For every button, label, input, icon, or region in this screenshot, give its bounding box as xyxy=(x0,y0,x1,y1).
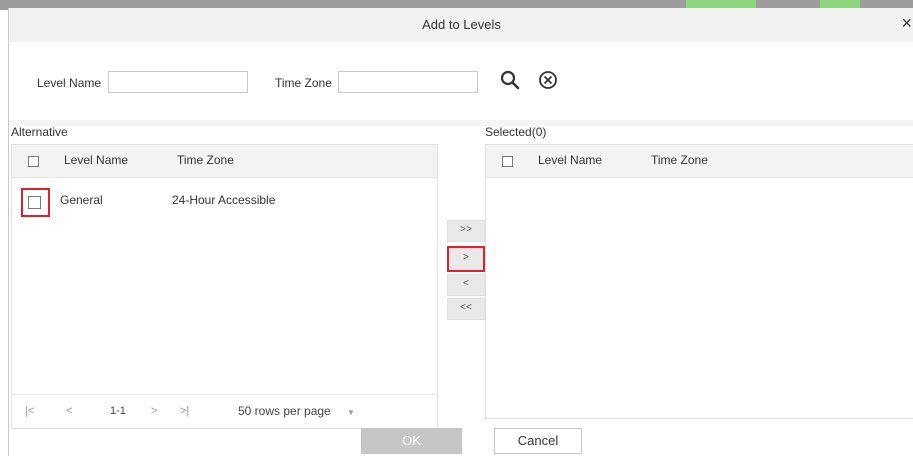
alternative-table: Level Name Time Zone General 24-Hour Acc… xyxy=(11,144,438,429)
first-page-button[interactable]: |< xyxy=(25,405,34,417)
highlight-box xyxy=(447,246,485,272)
level-name-label: Level Name xyxy=(37,76,102,90)
move-all-left-button[interactable]: << xyxy=(447,298,485,320)
search-icon[interactable] xyxy=(499,69,521,94)
selected-table: Level Name Time Zone xyxy=(485,144,913,419)
chevron-down-icon[interactable]: ▼ xyxy=(347,408,355,417)
rows-per-page-select[interactable]: 50 rows per page xyxy=(238,404,331,418)
close-icon[interactable]: × xyxy=(901,13,912,34)
time-zone-input[interactable] xyxy=(338,71,478,93)
alternative-label: Alternative xyxy=(11,125,68,139)
add-to-levels-dialog: Add to Levels × Level Name Time Zone Alt… xyxy=(8,8,913,456)
divider xyxy=(9,120,913,126)
last-page-button[interactable]: >| xyxy=(180,405,189,417)
move-left-button[interactable]: < xyxy=(447,274,485,296)
clear-circle-icon[interactable] xyxy=(537,69,559,94)
time-zone-cell: 24-Hour Accessible xyxy=(172,193,276,207)
cancel-button[interactable]: Cancel xyxy=(494,428,582,454)
select-all-checkbox[interactable] xyxy=(502,156,513,167)
ok-button[interactable]: OK xyxy=(361,428,462,454)
level-name-input[interactable] xyxy=(108,71,248,93)
dialog-title-bar: Add to Levels × xyxy=(9,8,913,43)
dialog-title: Add to Levels xyxy=(422,17,501,32)
column-header-time-zone: Time Zone xyxy=(651,153,708,167)
time-zone-label: Time Zone xyxy=(275,76,332,90)
column-header-time-zone: Time Zone xyxy=(177,153,234,167)
table-row[interactable]: General 24-Hour Accessible xyxy=(12,177,437,219)
selected-label: Selected(0) xyxy=(485,125,547,139)
level-name-cell: General xyxy=(60,193,103,207)
prev-page-button[interactable]: < xyxy=(66,405,72,417)
pagination-bar: |< < 1-1 > >| 50 rows per page ▼ xyxy=(12,394,437,428)
highlight-box xyxy=(21,188,50,217)
move-all-right-button[interactable]: >> xyxy=(447,220,485,242)
column-header-level-name: Level Name xyxy=(64,153,129,167)
next-page-button[interactable]: > xyxy=(151,405,157,417)
page-range: 1-1 xyxy=(110,405,126,417)
column-header-level-name: Level Name xyxy=(538,153,603,167)
table-header: Level Name Time Zone xyxy=(12,145,437,178)
table-header: Level Name Time Zone xyxy=(486,145,913,178)
select-all-checkbox[interactable] xyxy=(28,156,39,167)
search-bar: Level Name Time Zone xyxy=(9,42,913,120)
